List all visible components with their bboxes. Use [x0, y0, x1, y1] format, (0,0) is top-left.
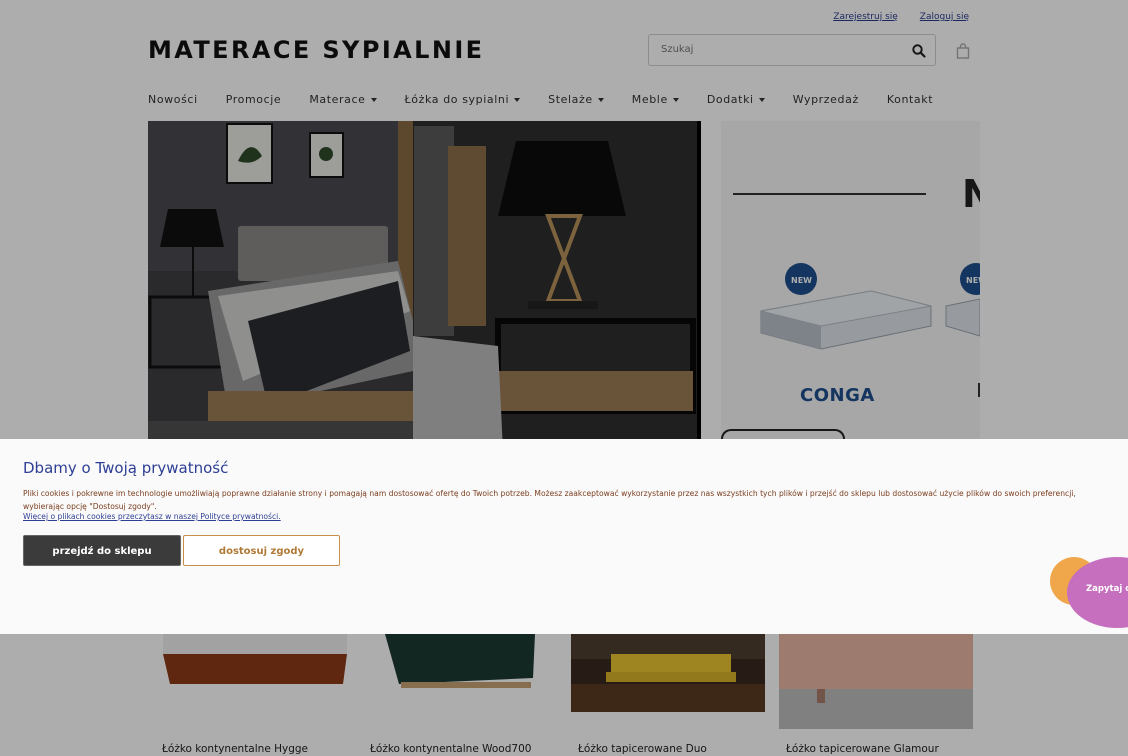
caret-down-icon	[514, 97, 521, 102]
go-to-shop-button[interactable]: przejdź do sklepu	[23, 535, 181, 566]
main-nav: Nowości Promocje Materace Łóżka do sypia…	[148, 93, 961, 106]
nav-label: Łóżka do sypialni	[404, 93, 510, 106]
search-input[interactable]	[659, 43, 893, 56]
nav-item-promocje[interactable]: Promocje	[226, 93, 282, 106]
nav-item-dodatki[interactable]: Dodatki	[707, 93, 765, 106]
privacy-policy-link[interactable]: Więcej o plikach cookies przeczytasz w n…	[23, 512, 281, 521]
shopping-bag-icon[interactable]	[956, 43, 970, 59]
cookie-description: Pliki cookies i pokrewne im technologie …	[23, 489, 1076, 511]
nav-item-materace[interactable]: Materace	[309, 93, 377, 106]
product-name[interactable]: Łóżko kontynentalne Wood700	[370, 743, 531, 755]
product-image-glamour[interactable]	[779, 634, 973, 729]
product-name[interactable]: Łóżko tapicerowane Glamour	[786, 743, 939, 755]
cookie-title: Dbamy o Twoją prywatność	[23, 459, 229, 477]
svg-text:N: N	[962, 172, 980, 216]
new-badge: NEW	[966, 276, 980, 285]
nav-item-kontakt[interactable]: Kontakt	[887, 93, 933, 106]
nav-label: Nowości	[148, 93, 198, 106]
caret-down-icon	[758, 97, 765, 102]
nav-item-lozka[interactable]: Łóżka do sypialni	[405, 93, 521, 106]
product-name[interactable]: Łóżko kontynentalne Hygge	[162, 743, 308, 755]
product-name[interactable]: Łóżko tapicerowane Duo	[578, 743, 707, 755]
new-badge: NEW	[791, 276, 812, 285]
product-image-duo[interactable]	[571, 634, 765, 712]
chat-label: Zapytaj o p	[1086, 584, 1128, 594]
nav-label: Stelaże	[548, 93, 593, 106]
nav-label: Kontakt	[886, 93, 934, 106]
search-icon[interactable]	[911, 43, 927, 59]
nav-item-nowosci[interactable]: Nowości	[148, 93, 198, 106]
register-link[interactable]: Zarejestruj się	[833, 12, 897, 22]
caret-down-icon	[370, 97, 377, 102]
search-box	[648, 34, 936, 66]
bedroom-photo	[148, 121, 701, 451]
banner-product-label: CONGA	[800, 385, 875, 406]
product-image-hygge[interactable]	[160, 634, 350, 689]
nav-label: Materace	[309, 93, 366, 106]
nav-label: Promocje	[225, 93, 282, 106]
product-image-wood700[interactable]	[375, 634, 545, 694]
site-logo[interactable]: MATERACE SYPIALNIE	[148, 36, 484, 64]
nav-item-wyprzedaz[interactable]: Wyprzedaż	[793, 93, 859, 106]
nav-item-stelaze[interactable]: Stelaże	[548, 93, 604, 106]
nav-item-meble[interactable]: Meble	[632, 93, 679, 106]
hero-slider-image[interactable]	[148, 121, 701, 451]
nav-label: Meble	[631, 93, 668, 106]
caret-down-icon	[597, 97, 604, 102]
account-links: Zarejestruj się Zaloguj się	[833, 12, 969, 22]
caret-down-icon	[672, 97, 679, 102]
login-link[interactable]: Zaloguj się	[920, 12, 969, 22]
customize-consent-button[interactable]: dostosuj zgody	[183, 535, 340, 566]
nav-label: Wyprzedaż	[792, 93, 859, 106]
nav-label: Dodatki	[706, 93, 754, 106]
